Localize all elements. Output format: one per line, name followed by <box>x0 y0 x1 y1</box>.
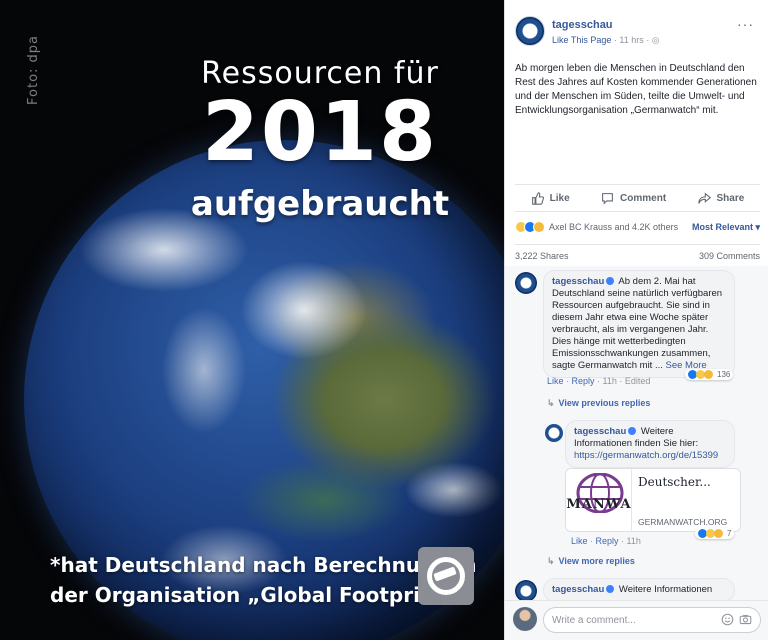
globe-icon: ◎ <box>651 35 660 45</box>
reply-reactions[interactable]: 7 <box>695 528 735 539</box>
view-more-replies-label: View more replies <box>558 556 635 566</box>
wow-reaction-icon <box>533 221 545 233</box>
post-meta: Like This Page · 11 hrs · ◎ <box>552 35 660 46</box>
verified-badge-icon <box>606 277 615 286</box>
post-header: tagesschau Like This Page · 11 hrs · ◎ ·… <box>515 16 760 50</box>
reply-reaction-count: 7 <box>727 529 732 538</box>
comment-bubble: tagesschau Weitere Informationen <box>543 578 735 602</box>
sad-reaction-icon <box>714 529 723 538</box>
link-brand-text: MANWA <box>566 497 632 512</box>
share-button[interactable]: Share <box>697 191 745 205</box>
reply-bubble: tagesschau Weitere Informationen finden … <box>565 420 735 468</box>
footnote-line-2: der Organisation „Global Footprint“ <box>50 583 457 607</box>
reply-actions: Like · Reply · 11h <box>571 536 641 546</box>
like-button[interactable]: Like <box>531 191 570 205</box>
comment-reactions[interactable]: 136 <box>685 369 734 380</box>
comment-avatar[interactable] <box>515 272 537 294</box>
post-text: Ab morgen leben die Menschen in Deutschl… <box>515 63 757 116</box>
footnote-line-1: *hat Deutschland nach Berechnungen <box>50 553 477 577</box>
comment-like-link[interactable]: Like <box>547 376 564 386</box>
post-time[interactable]: · 11 hrs · <box>614 35 649 45</box>
comment-text: Weitere Informationen <box>618 584 713 595</box>
reply-author[interactable]: tagesschau <box>574 426 626 437</box>
wow-reaction-icon <box>704 370 713 379</box>
comment-text: Ab dem 2. Mai hat Deutschland seine natü… <box>552 276 723 371</box>
link-domain: GERMANWATCH.ORG <box>638 517 728 527</box>
comment-time[interactable]: · 11h · Edited <box>597 376 650 386</box>
comment-composer <box>505 600 768 640</box>
comment-label: Comment <box>620 192 667 204</box>
verified-badge-icon <box>628 427 637 436</box>
view-previous-replies-link[interactable]: ↳ View previous replies <box>547 398 650 409</box>
comments-count[interactable]: 309 Comments <box>699 251 760 261</box>
post-side-panel: tagesschau Like This Page · 11 hrs · ◎ ·… <box>504 0 768 640</box>
comment-author[interactable]: tagesschau <box>552 584 604 595</box>
link-title: Deutscher... <box>638 475 711 489</box>
post-photo[interactable]: Foto: dpa Ressourcen für 2018 aufgebrauc… <box>0 0 504 640</box>
comments-section: tagesschau Ab dem 2. Mai hat Deutschland… <box>505 266 768 602</box>
comment-icon <box>602 192 613 205</box>
reactors-link[interactable]: Axel BC Krauss and 4.2K others <box>549 222 678 232</box>
comment-avatar[interactable] <box>515 580 537 602</box>
thumbs-up-icon <box>531 191 544 205</box>
germanwatch-link[interactable]: https://germanwatch.org/de/15399 <box>574 450 718 461</box>
comment-button[interactable]: Comment <box>601 192 666 205</box>
shares-count[interactable]: 3,222 Shares <box>515 251 569 261</box>
reply-arrow-icon: ↳ <box>547 398 555 408</box>
tagesschau-logo-icon <box>418 547 474 605</box>
verified-badge-icon <box>606 585 615 594</box>
page-avatar[interactable] <box>515 16 545 46</box>
comment-actions: Like · Reply · 11h · Edited <box>547 376 651 386</box>
share-icon <box>697 191 711 204</box>
shares-comments-row: 3,222 Shares 309 Comments <box>515 244 760 266</box>
share-label: Share <box>716 192 745 204</box>
emoji-icon[interactable] <box>721 613 734 626</box>
reply-avatar[interactable] <box>545 424 563 442</box>
comment-author[interactable]: tagesschau <box>552 276 604 287</box>
post-action-bar: Like Comment Share <box>515 184 760 212</box>
comment: tagesschau Ab dem 2. Mai hat Deutschland… <box>505 266 768 426</box>
like-label: Like <box>549 192 570 204</box>
camera-icon[interactable] <box>739 613 752 626</box>
page-name-link[interactable]: tagesschau <box>552 19 613 31</box>
reply-like-link[interactable]: Like <box>571 536 588 546</box>
comment-sort-dropdown[interactable]: Most Relevant ▾ <box>692 222 760 233</box>
reply-time[interactable]: · 11h <box>621 536 641 546</box>
reactions-summary: Axel BC Krauss and 4.2K others Most Rele… <box>515 220 760 236</box>
headline-line-3: aufgebraucht <box>190 184 450 224</box>
comment-reaction-count: 136 <box>717 370 731 379</box>
view-more-replies-link[interactable]: ↳ View more replies <box>547 556 635 567</box>
reply-reply-link[interactable]: Reply <box>596 536 619 546</box>
more-options-button[interactable]: ··· <box>737 16 754 32</box>
comment-reply-link[interactable]: Reply <box>572 376 595 386</box>
reply-comment: tagesschau Weitere Informationen finden … <box>505 416 768 566</box>
link-preview-card[interactable]: MANWA Deutscher... GERMANWATCH.ORG <box>565 468 741 532</box>
view-previous-replies-label: View previous replies <box>558 398 651 408</box>
photo-footnote: *hat Deutschland nach Berechnungen der O… <box>50 550 477 610</box>
headline-year: 2018 <box>201 85 439 180</box>
user-avatar[interactable] <box>513 607 537 631</box>
comment-bubble: tagesschau Ab dem 2. Mai hat Deutschland… <box>543 270 735 378</box>
like-page-link[interactable]: Like This Page <box>552 35 611 45</box>
reaction-icons[interactable] <box>515 221 545 233</box>
reply-arrow-icon: ↳ <box>547 556 555 566</box>
link-thumbnail: MANWA <box>566 469 632 531</box>
